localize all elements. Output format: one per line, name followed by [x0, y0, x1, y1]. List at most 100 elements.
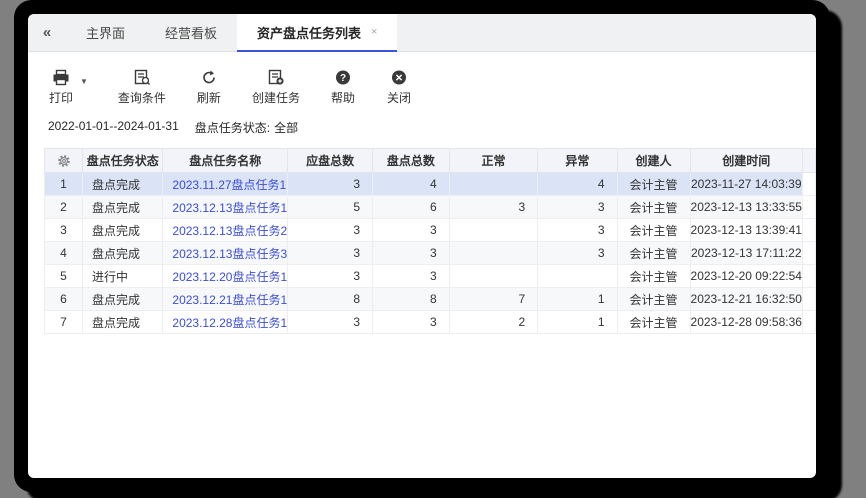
close-icon: [390, 69, 408, 86]
cell-created_time: 2023-12-13 13:39:41: [690, 219, 802, 242]
tab-label: 资产盘点任务列表: [257, 23, 361, 42]
cell-should_total: 3: [288, 265, 373, 288]
refresh-icon: [200, 69, 218, 86]
cell-abnormal: 3: [538, 242, 617, 265]
cell-abnormal: 1: [538, 311, 617, 334]
tab-asset-inventory-task-list[interactable]: 资产盘点任务列表 ×: [237, 14, 397, 51]
cell-num: 7: [45, 311, 83, 334]
cell-creator: 会计主管: [617, 173, 690, 196]
table-row[interactable]: 4盘点完成2023.12.13盘点任务3333会计主管2023-12-13 17…: [45, 242, 816, 265]
cell-num: 6: [45, 288, 83, 311]
cell-abnormal: 4: [538, 173, 617, 196]
cell-should_total: 3: [288, 242, 373, 265]
query-conditions-button[interactable]: 查询条件: [118, 69, 166, 106]
table-row[interactable]: 2盘点完成2023.12.13盘点任务15633会计主管2023-12-13 1…: [45, 196, 816, 219]
cell-should_total: 5: [288, 196, 373, 219]
cell-name[interactable]: 2023.12.13盘点任务3: [163, 242, 288, 265]
cell-normal: [449, 242, 538, 265]
cell-name[interactable]: 2023.12.21盘点任务1: [163, 288, 288, 311]
refresh-button[interactable]: 刷新: [196, 69, 222, 106]
cell-name[interactable]: 2023.12.13盘点任务1: [163, 196, 288, 219]
filter-date-range: 2022-01-01--2024-01-31: [48, 119, 179, 136]
row-spacer: [802, 173, 815, 196]
tab-close-icon[interactable]: ×: [371, 27, 377, 38]
help-button[interactable]: ? 帮助: [330, 69, 356, 106]
column-header-normal[interactable]: 正常: [449, 149, 538, 173]
cell-should_total: 3: [288, 173, 373, 196]
cell-counted_total: 6: [373, 196, 450, 219]
tab-business-dashboard[interactable]: 经营看板: [145, 14, 237, 51]
column-header-abnormal[interactable]: 异常: [538, 149, 617, 173]
cell-name[interactable]: 2023.12.28盘点任务1: [163, 311, 288, 334]
cell-normal: 3: [449, 196, 538, 219]
tab-label: 经营看板: [165, 23, 217, 42]
cell-num: 4: [45, 242, 83, 265]
cell-counted_total: 8: [373, 288, 450, 311]
table-row[interactable]: 7盘点完成2023.12.28盘点任务13321会计主管2023-12-28 0…: [45, 311, 816, 334]
tab-bar: « 主界面 经营看板 资产盘点任务列表 ×: [28, 14, 816, 52]
cell-num: 3: [45, 219, 83, 242]
column-header-num[interactable]: [45, 149, 83, 173]
cell-should_total: 3: [288, 219, 373, 242]
cell-status: 盘点完成: [83, 242, 163, 265]
cell-status: 盘点完成: [83, 288, 163, 311]
toolbar: 打印 ▼ 查询条件 刷新: [48, 69, 816, 106]
cell-created_time: 2023-12-13 13:33:55: [690, 196, 802, 219]
cell-name[interactable]: 2023.11.27盘点任务1: [163, 173, 288, 196]
cell-status: 盘点完成: [83, 196, 163, 219]
inventory-task-table: 盘点任务状态盘点任务名称应盘总数盘点总数正常异常创建人创建时间 1盘点完成202…: [44, 148, 816, 334]
cell-num: 1: [45, 173, 83, 196]
table-row[interactable]: 6盘点完成2023.12.21盘点任务18871会计主管2023-12-21 1…: [45, 288, 816, 311]
table-row[interactable]: 5进行中2023.12.20盘点任务133会计主管2023-12-20 09:2…: [45, 265, 816, 288]
row-spacer: [802, 196, 815, 219]
row-spacer: [802, 219, 815, 242]
gear-icon[interactable]: [45, 149, 82, 172]
table-row[interactable]: 3盘点完成2023.12.13盘点任务2333会计主管2023-12-13 13…: [45, 219, 816, 242]
cell-name[interactable]: 2023.12.13盘点任务2: [163, 219, 288, 242]
cell-counted_total: 4: [373, 173, 450, 196]
column-header-created_time[interactable]: 创建时间: [690, 149, 802, 173]
cell-created_time: 2023-12-20 09:22:54: [690, 265, 802, 288]
close-button[interactable]: 关闭: [386, 69, 412, 106]
cell-status: 进行中: [83, 265, 163, 288]
cell-abnormal: 3: [538, 196, 617, 219]
column-header-should_total[interactable]: 应盘总数: [288, 149, 373, 173]
column-header-name[interactable]: 盘点任务名称: [163, 149, 288, 173]
row-spacer: [802, 311, 815, 334]
filter-status-label: 盘点任务状态:: [195, 119, 270, 136]
cell-should_total: 3: [288, 311, 373, 334]
query-conditions-label: 查询条件: [118, 89, 166, 106]
collapse-tabs-icon[interactable]: «: [28, 14, 66, 51]
cell-name[interactable]: 2023.12.20盘点任务1: [163, 265, 288, 288]
header-spacer: [802, 149, 815, 173]
create-task-button[interactable]: 创建任务: [252, 69, 300, 106]
tab-main-screen[interactable]: 主界面: [66, 14, 145, 51]
cell-normal: [449, 219, 538, 242]
filter-summary: 2022-01-01--2024-01-31 盘点任务状态: 全部: [48, 119, 816, 136]
cell-creator: 会计主管: [617, 311, 690, 334]
row-spacer: [802, 288, 815, 311]
cell-abnormal: 1: [538, 288, 617, 311]
cell-created_time: 2023-12-13 17:11:22: [690, 242, 802, 265]
table-row[interactable]: 1盘点完成2023.11.27盘点任务1344会计主管2023-11-27 14…: [45, 173, 816, 196]
cell-counted_total: 3: [373, 219, 450, 242]
cell-should_total: 8: [288, 288, 373, 311]
cell-normal: 2: [449, 311, 538, 334]
cell-created_time: 2023-12-28 09:58:36: [690, 311, 802, 334]
column-header-counted_total[interactable]: 盘点总数: [373, 149, 450, 173]
cell-status: 盘点完成: [83, 311, 163, 334]
cell-normal: [449, 265, 538, 288]
create-task-label: 创建任务: [252, 89, 300, 106]
cell-creator: 会计主管: [617, 196, 690, 219]
column-header-status[interactable]: 盘点任务状态: [83, 149, 163, 173]
create-task-icon: [267, 69, 285, 86]
tab-label: 主界面: [86, 23, 125, 42]
print-dropdown-caret-icon[interactable]: ▼: [80, 77, 88, 86]
print-button[interactable]: 打印: [48, 69, 74, 106]
cell-status: 盘点完成: [83, 219, 163, 242]
cell-created_time: 2023-12-21 16:32:50: [690, 288, 802, 311]
printer-icon: [52, 69, 70, 86]
cell-normal: [449, 173, 538, 196]
column-header-creator[interactable]: 创建人: [617, 149, 690, 173]
cell-num: 5: [45, 265, 83, 288]
